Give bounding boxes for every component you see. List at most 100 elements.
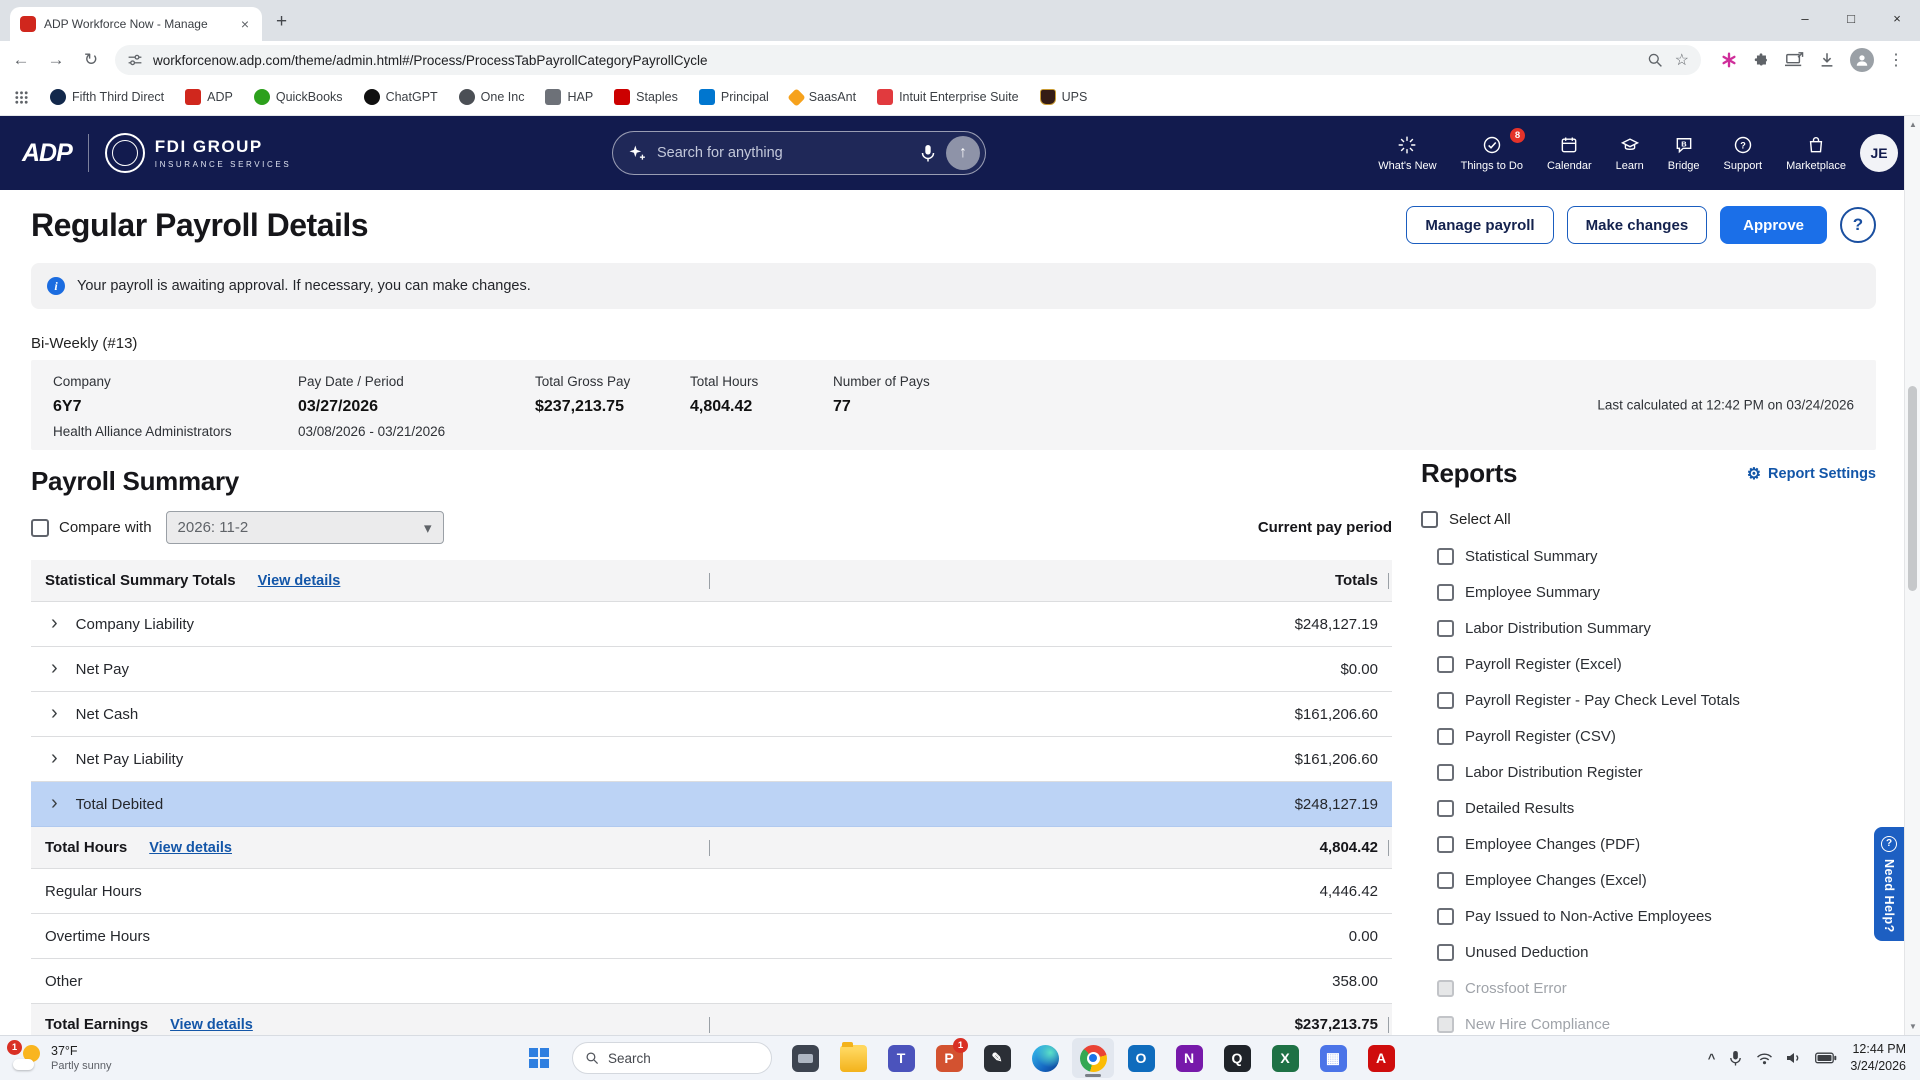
bookmark-item[interactable]: Principal: [699, 89, 769, 105]
browser-tab[interactable]: ADP Workforce Now - Manage ×: [10, 7, 262, 41]
close-window-button[interactable]: ×: [1874, 0, 1920, 41]
bookmark-item[interactable]: One Inc: [459, 89, 525, 105]
taskbar-clock[interactable]: 12:44 PM 3/24/2026: [1850, 1041, 1906, 1075]
table-row-other-hours[interactable]: Other 358.00: [31, 959, 1392, 1004]
browser-profile-avatar[interactable]: [1850, 48, 1874, 72]
scrollbar-thumb[interactable]: [1908, 386, 1917, 591]
taskbar-search[interactable]: Search: [572, 1042, 772, 1074]
checkbox[interactable]: [1437, 944, 1454, 961]
view-details-link[interactable]: View details: [170, 1017, 253, 1033]
checkbox[interactable]: [1437, 692, 1454, 709]
nav-support[interactable]: ? Support: [1724, 135, 1763, 172]
battery-icon[interactable]: [1815, 1052, 1837, 1064]
bookmark-item[interactable]: QuickBooks: [254, 89, 343, 105]
report-item-labor-distribution-summary[interactable]: Labor Distribution Summary: [1421, 610, 1876, 646]
bookmark-item[interactable]: Fifth Third Direct: [50, 89, 164, 105]
volume-icon[interactable]: [1786, 1051, 1802, 1065]
tray-mic-icon[interactable]: [1728, 1050, 1743, 1067]
table-row-total-debited[interactable]: › Total Debited $248,127.19: [31, 782, 1392, 827]
view-details-link[interactable]: View details: [258, 573, 341, 589]
report-item-pay-issued-non-active[interactable]: Pay Issued to Non-Active Employees: [1421, 898, 1876, 934]
column-divider[interactable]: [709, 1017, 710, 1033]
table-row-net-pay[interactable]: › Net Pay $0.00: [31, 647, 1392, 692]
approve-button[interactable]: Approve: [1720, 206, 1827, 244]
back-icon[interactable]: ←: [10, 50, 32, 70]
taskbar-app-chrome[interactable]: [1072, 1038, 1114, 1078]
chevron-right-icon[interactable]: ›: [51, 703, 58, 723]
wifi-icon[interactable]: [1756, 1052, 1773, 1065]
downloads-icon[interactable]: [1818, 51, 1836, 69]
taskbar-app-edge[interactable]: [1024, 1038, 1066, 1078]
nav-things-to-do[interactable]: 8 Things to Do: [1461, 135, 1523, 172]
search-input[interactable]: [657, 145, 910, 161]
extension-magenta-icon[interactable]: [1720, 51, 1738, 69]
compare-checkbox[interactable]: [31, 519, 49, 537]
taskbar-app-onenote[interactable]: N: [1168, 1038, 1210, 1078]
compare-period-select[interactable]: 2026: 11-2 ▾: [166, 511, 444, 544]
checkbox[interactable]: [1437, 800, 1454, 817]
column-divider[interactable]: [709, 840, 710, 856]
taskbar-app-powerpoint[interactable]: 1P: [928, 1038, 970, 1078]
bookmark-item[interactable]: HAP: [545, 89, 593, 105]
adp-logo[interactable]: ADP: [22, 139, 72, 168]
bookmark-item[interactable]: ADP: [185, 89, 233, 105]
checkbox[interactable]: [1437, 872, 1454, 889]
table-row-net-pay-liability[interactable]: › Net Pay Liability $161,206.60: [31, 737, 1392, 782]
nav-bridge[interactable]: B Bridge: [1668, 135, 1700, 172]
bookmark-item[interactable]: Staples: [614, 89, 678, 105]
select-all-row[interactable]: Select All: [1421, 511, 1876, 528]
nav-learn[interactable]: Learn: [1616, 135, 1644, 172]
global-search[interactable]: ↑: [612, 131, 986, 175]
column-divider[interactable]: [1388, 840, 1389, 856]
report-item-statistical-summary[interactable]: Statistical Summary: [1421, 538, 1876, 574]
site-settings-icon[interactable]: [127, 52, 143, 68]
scroll-up-arrow[interactable]: ▲: [1905, 120, 1920, 129]
taskbar-app-acrobat[interactable]: A: [1360, 1038, 1402, 1078]
start-button[interactable]: [518, 1038, 560, 1078]
taskbar-app-virtual-desktop[interactable]: [784, 1038, 826, 1078]
checkbox[interactable]: [1437, 620, 1454, 637]
make-changes-button[interactable]: Make changes: [1567, 206, 1708, 244]
minimize-window-button[interactable]: –: [1782, 0, 1828, 41]
report-item-paycheck-level-totals[interactable]: Payroll Register - Pay Check Level Total…: [1421, 682, 1876, 718]
scroll-down-arrow[interactable]: ▼: [1905, 1022, 1920, 1031]
hidden-icons-chevron[interactable]: ^: [1708, 1051, 1716, 1066]
report-item-employee-changes-pdf[interactable]: Employee Changes (PDF): [1421, 826, 1876, 862]
nav-whats-new[interactable]: What's New: [1378, 135, 1436, 172]
report-item-employee-changes-excel[interactable]: Employee Changes (Excel): [1421, 862, 1876, 898]
taskbar-app-outlook[interactable]: O: [1120, 1038, 1162, 1078]
url-text[interactable]: workforcenow.adp.com/theme/admin.html#/P…: [153, 53, 1637, 68]
extensions-puzzle-icon[interactable]: [1752, 51, 1770, 69]
search-submit-button[interactable]: ↑: [946, 136, 980, 170]
new-tab-button[interactable]: +: [276, 11, 287, 33]
table-row-regular-hours[interactable]: Regular Hours 4,446.42: [31, 869, 1392, 914]
report-item-labor-distribution-register[interactable]: Labor Distribution Register: [1421, 754, 1876, 790]
checkbox[interactable]: [1437, 584, 1454, 601]
taskbar-app-pen[interactable]: ✎: [976, 1038, 1018, 1078]
reload-icon[interactable]: ↻: [80, 50, 102, 70]
select-all-checkbox[interactable]: [1421, 511, 1438, 528]
taskbar-app-teams[interactable]: T: [880, 1038, 922, 1078]
forward-icon[interactable]: →: [45, 50, 67, 70]
browser-menu-kebab-icon[interactable]: ⋮: [1888, 50, 1904, 70]
report-item-employee-summary[interactable]: Employee Summary: [1421, 574, 1876, 610]
checkbox[interactable]: [1437, 656, 1454, 673]
chevron-right-icon[interactable]: ›: [51, 793, 58, 813]
chevron-right-icon[interactable]: ›: [51, 748, 58, 768]
address-bar[interactable]: workforcenow.adp.com/theme/admin.html#/P…: [115, 45, 1701, 75]
send-to-device-icon[interactable]: [1784, 51, 1804, 69]
taskbar-app-file-explorer[interactable]: [832, 1038, 874, 1078]
chevron-right-icon[interactable]: ›: [51, 613, 58, 633]
report-item-payroll-register-excel[interactable]: Payroll Register (Excel): [1421, 646, 1876, 682]
table-row-net-cash[interactable]: › Net Cash $161,206.60: [31, 692, 1392, 737]
manage-payroll-button[interactable]: Manage payroll: [1406, 206, 1553, 244]
bookmark-item[interactable]: Intuit Enterprise Suite: [877, 89, 1019, 105]
bookmark-star-icon[interactable]: ☆: [1675, 50, 1689, 70]
checkbox[interactable]: [1437, 908, 1454, 925]
zoom-icon[interactable]: [1647, 52, 1663, 68]
table-row-company-liability[interactable]: › Company Liability $248,127.19: [31, 602, 1392, 647]
column-divider[interactable]: [1388, 1017, 1389, 1033]
taskbar-app-calculator[interactable]: ▦: [1312, 1038, 1354, 1078]
checkbox[interactable]: [1437, 836, 1454, 853]
bookmark-item[interactable]: SaasAnt: [790, 90, 856, 104]
